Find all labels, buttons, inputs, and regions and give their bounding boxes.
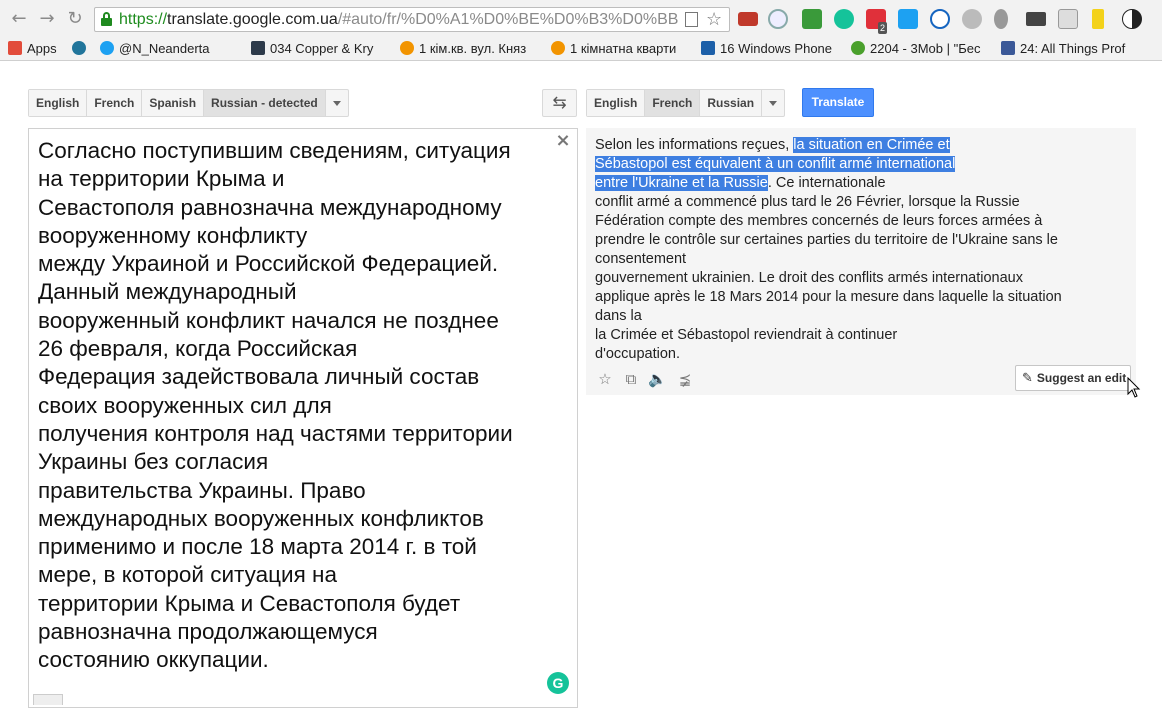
translation-line: dans la [595, 308, 642, 324]
source-lang-english[interactable]: English [29, 90, 88, 116]
target-lang-english[interactable]: English [587, 90, 646, 116]
translation-line: Selon les informations reçues, la situat… [595, 137, 950, 153]
source-language-bar: English French Spanish Russian - detecte… [28, 89, 349, 117]
translation-text[interactable]: Selon les informations reçues, la situat… [595, 136, 1095, 364]
flag-extension-icon[interactable] [1092, 9, 1104, 29]
source-textarea[interactable]: Согласно поступившим сведениям, ситуация… [28, 128, 578, 708]
target-lang-russian[interactable]: Russian [700, 90, 763, 116]
pin-extension-icon[interactable] [994, 9, 1008, 29]
translation-line: d'occupation. [595, 346, 680, 362]
page-action-icon[interactable] [685, 12, 698, 27]
share-icon[interactable]: ⪵ [676, 370, 694, 388]
source-text[interactable]: Согласно поступившим сведениям, ситуация… [38, 137, 558, 675]
magnifier-extension-icon[interactable] [768, 9, 788, 29]
play-extension-icon[interactable] [930, 9, 950, 29]
source-lang-spanish[interactable]: Spanish [142, 90, 205, 116]
clear-source-icon[interactable]: × [555, 132, 571, 150]
apps-grid-icon [8, 41, 22, 55]
pencil-icon: ✎ [1022, 371, 1033, 386]
copper-site-icon [251, 41, 265, 55]
calendar-grid-icon [1001, 41, 1015, 55]
input-tools-tab[interactable] [33, 694, 63, 705]
bookmark-copper[interactable]: 034 Copper & Kry [251, 41, 373, 57]
bookmark-twitter[interactable]: @N_Neanderta [100, 41, 210, 57]
translation-line: la Crimée et Sébastopol reviendrait à co… [595, 327, 898, 343]
translation-line: Fédération compte des membres concernés … [595, 213, 1043, 229]
url-text: https://translate.google.com.ua/#auto/fr… [119, 11, 679, 28]
extension-badge: 2 [878, 22, 888, 34]
twitter-bird-icon [100, 41, 114, 55]
translation-line: entre l'Ukraine et la Russie. Ce interna… [595, 175, 886, 191]
bookmark-star-icon[interactable]: ☆ [706, 9, 722, 30]
browser-toolbar: ← → ↻ https://translate.google.com.ua/#a… [0, 0, 1162, 38]
bookmarks-bar: Apps @N_Neanderta 034 Copper & Kry 1 кім… [0, 38, 1162, 61]
grammarly-icon[interactable]: G [547, 672, 569, 694]
suggest-edit-label: Suggest an edit [1036, 371, 1127, 385]
wordpress-icon [72, 41, 86, 55]
olx-icon [400, 41, 414, 55]
copy-icon[interactable]: ⧉ [622, 370, 640, 388]
source-lang-french[interactable]: French [87, 90, 143, 116]
3mob-site-icon [851, 41, 865, 55]
translate-button[interactable]: Translate [802, 88, 874, 117]
twitter-extension-icon[interactable] [898, 9, 918, 29]
sofa-extension-icon[interactable] [738, 12, 758, 26]
bookmark-olx-1[interactable]: 1 кім.кв. вул. Княз [400, 41, 526, 57]
translation-line: prendre le contrôle sur certaines partie… [595, 232, 1058, 248]
mouse-cursor-icon [1127, 377, 1141, 398]
bookmark-olx-2[interactable]: 1 кімнатна кварти [551, 41, 676, 57]
target-language-bar: English French Russian [586, 89, 786, 117]
shield-extension-icon[interactable] [802, 9, 822, 29]
source-lang-dropdown-icon[interactable] [326, 90, 348, 116]
swap-arrows-icon: ⇆ [552, 93, 567, 113]
translation-line: applique après le 18 Mars 2014 pour la m… [595, 289, 1062, 305]
swap-languages-button[interactable]: ⇆ [542, 89, 577, 117]
star-icon[interactable]: ☆ [596, 370, 614, 388]
bookmark-3mob[interactable]: 2204 - 3Mob | "Бес [851, 41, 980, 57]
speaker-icon[interactable]: 🔈 [648, 370, 667, 388]
source-lang-detected[interactable]: Russian - detected [204, 90, 326, 116]
olx-icon [551, 41, 565, 55]
bookmark-all-things-prof[interactable]: 24: All Things Prof [1001, 41, 1125, 57]
translation-line: consentement [595, 251, 687, 267]
back-arrow-icon[interactable]: ← [8, 8, 30, 30]
contrast-extension-icon[interactable] [1122, 9, 1142, 29]
reload-icon[interactable]: ↻ [64, 8, 86, 30]
translation-line: gouvernement ukrainien. Le droit des con… [595, 270, 1023, 286]
translation-line: Sébastopol est équivalent à un conflit a… [595, 156, 956, 172]
bookmark-windows-phone[interactable]: 16 Windows Phone [701, 41, 832, 57]
bookmark-wordpress[interactable] [72, 41, 91, 57]
forward-arrow-icon[interactable]: → [36, 8, 58, 30]
windows-logo-icon [701, 41, 715, 55]
grammarly-extension-icon[interactable] [834, 9, 854, 29]
translation-line: conflit armé a commencé plus tard le 26 … [595, 194, 1020, 210]
target-lang-french[interactable]: French [645, 90, 701, 116]
toggle-extension-icon[interactable] [1058, 9, 1078, 29]
translation-result-panel: Selon les informations reçues, la situat… [586, 128, 1136, 395]
screen-extension-icon[interactable] [1026, 12, 1046, 26]
audio-extension-icon[interactable] [962, 9, 982, 29]
lock-icon [101, 12, 112, 26]
address-bar[interactable]: https://translate.google.com.ua/#auto/fr… [94, 7, 730, 32]
bookmark-apps[interactable]: Apps [8, 41, 57, 57]
suggest-edit-button[interactable]: ✎ Suggest an edit [1015, 365, 1131, 391]
target-lang-dropdown-icon[interactable] [762, 90, 784, 116]
